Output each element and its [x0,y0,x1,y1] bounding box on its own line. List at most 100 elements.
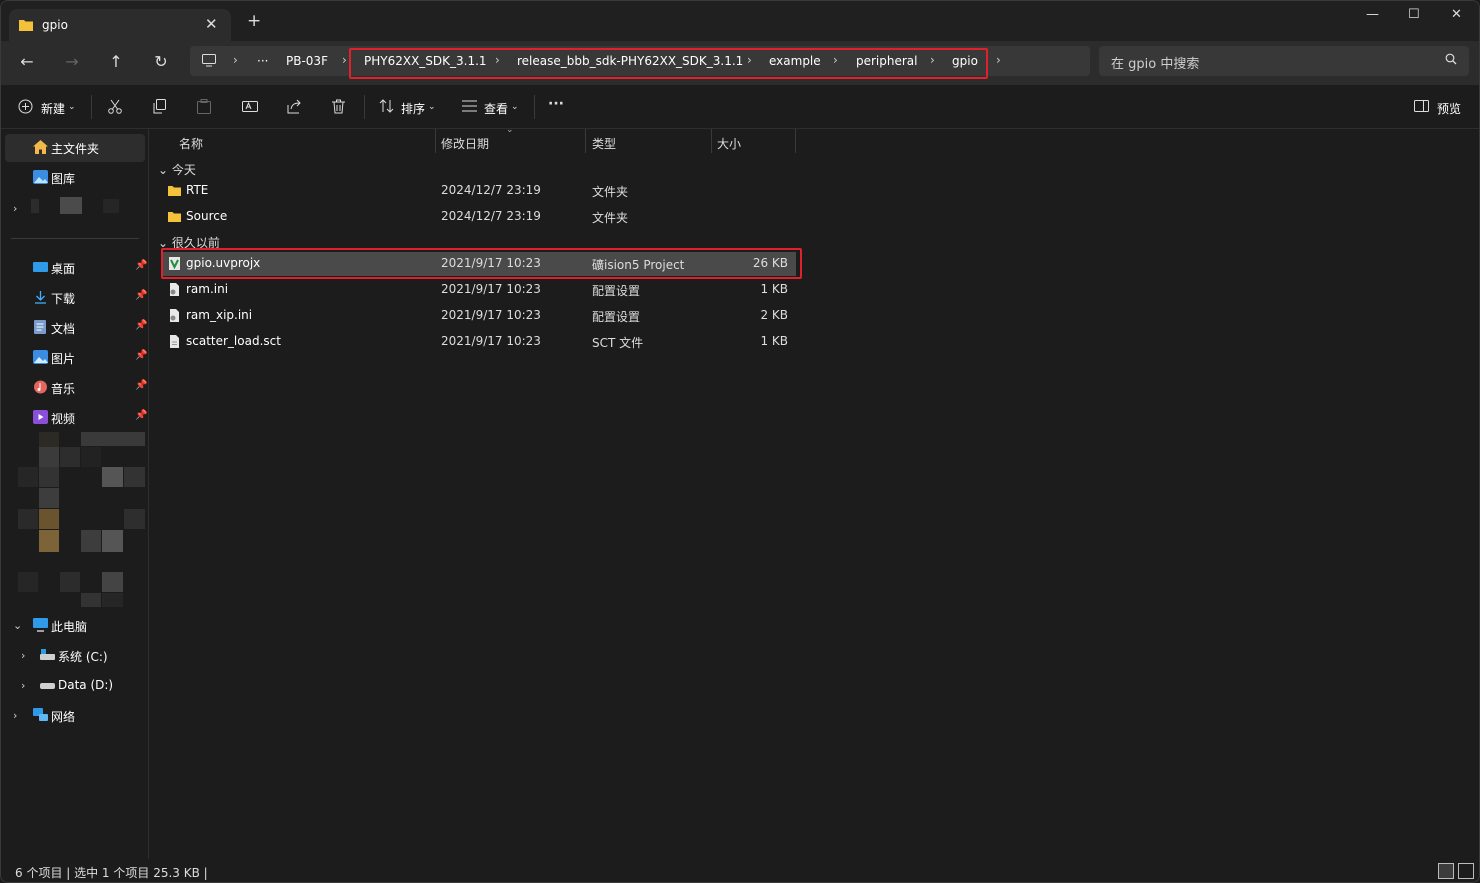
delete-icon[interactable] [332,99,345,114]
forward-button[interactable]: → [61,51,83,73]
gallery-icon [33,170,48,184]
file-type: 文件夹 [592,185,629,199]
breadcrumb-pb-03f[interactable]: PB-03F [286,54,328,68]
system-drive-icon [40,649,55,660]
file-date: 2021/9/17 10:23 [441,282,541,296]
sidebar-item-label: 主文件夹 [51,142,100,156]
sidebar-item-home[interactable]: 主文件夹 [5,134,145,162]
home-icon [33,140,48,154]
navigation-pane: 主文件夹 图库 › 桌面 📌 下载 📌 文档 📌 图片 📌 音乐 📌 视频 📌 … [1,129,149,859]
file-size: 1 KB [760,282,788,296]
pictures-icon [33,350,48,364]
new-tab-button[interactable]: + [247,13,261,30]
column-header-modified[interactable]: 修改日期 [441,135,489,152]
blurred-item [124,467,145,487]
file-size: 2 KB [760,308,788,322]
close-tab-icon[interactable]: ✕ [205,15,218,33]
cut-icon[interactable] [108,99,122,114]
column-header-size[interactable]: 大小 [717,135,741,152]
column-divider [435,129,436,153]
network-icon [33,708,48,721]
selected-file-highlight-box [161,248,802,279]
sidebar-item-label: 音乐 [51,382,76,396]
new-button[interactable]: 新建 [41,100,65,117]
breadcrumb-separator: › [996,53,1001,67]
blurred-item [39,509,59,529]
refresh-button[interactable]: ↻ [150,51,172,73]
status-text: 6 个项目 | 选中 1 个项目 25.3 KB | [15,866,208,880]
file-date: 2021/9/17 10:23 [441,308,541,322]
copy-icon[interactable] [153,99,167,114]
list-item[interactable]: ram_xip.ini 2021/9/17 10:23 配置设置 2 KB [162,304,796,328]
view-button[interactable]: 查看 [484,100,508,117]
more-options-button[interactable]: ··· [548,96,564,112]
blurred-item [18,467,38,487]
details-view-icon[interactable] [1438,863,1454,879]
desktop-icon [33,262,48,272]
search-placeholder: 在 gpio 中搜索 [1111,57,1200,72]
sort-button[interactable]: 排序 [401,100,425,117]
blurred-item [60,572,80,592]
up-button[interactable]: ↑ [105,51,127,73]
file-name: ram_xip.ini [186,308,253,322]
blurred-item [124,509,145,529]
file-icon [170,335,179,348]
column-divider [795,129,796,153]
blurred-item [60,447,80,467]
sidebar-item-documents[interactable]: 文档 📌 [5,314,147,342]
list-item[interactable]: scatter_load.sct 2021/9/17 10:23 SCT 文件 … [162,330,796,354]
file-type: SCT 文件 [592,336,644,350]
folder-icon [19,20,33,31]
sidebar-item-pictures[interactable]: 图片 📌 [5,344,147,372]
sidebar-item-desktop[interactable]: 桌面 📌 [5,254,147,282]
column-header-type[interactable]: 类型 [592,135,616,152]
list-item[interactable]: Source 2024/12/7 23:19 文件夹 [162,205,796,229]
list-item[interactable]: RTE 2024/12/7 23:19 文件夹 [162,179,796,203]
maximize-button[interactable]: ☐ [1408,7,1420,22]
sidebar-item-music[interactable]: 音乐 📌 [5,374,148,402]
view-icon [462,100,477,112]
sidebar-item-drive-c[interactable]: 系统 (C:) [12,642,152,670]
address-highlight-box [349,48,988,79]
chevron-down-icon: ⌄ [511,102,519,112]
rename-icon[interactable] [242,99,258,114]
blurred-item [81,530,101,552]
breadcrumb-more[interactable]: ··· [257,54,268,68]
share-icon[interactable] [287,99,302,114]
list-item[interactable]: ram.ini 2021/9/17 10:23 配置设置 1 KB [162,278,796,302]
paste-icon[interactable] [197,99,211,114]
sidebar-item-label: 系统 (C:) [58,650,108,664]
sidebar-item-network[interactable]: 网络 [5,702,145,730]
sidebar-item-label: 图库 [51,172,76,186]
blurred-item [81,593,101,607]
toolbar-divider [534,95,535,119]
close-window-button[interactable]: ✕ [1451,7,1462,22]
file-name: Source [186,209,228,223]
sidebar-item-videos[interactable]: 视频 📌 [5,404,147,432]
pin-icon: 📌 [135,380,148,391]
column-header-name[interactable]: 名称 [179,135,203,152]
computer-icon [202,54,216,67]
sidebar-item-downloads[interactable]: 下载 📌 [5,284,147,312]
sidebar-item-gallery[interactable]: 图库 [5,164,145,192]
sidebar-item-drive-d[interactable]: Data (D:) [12,672,152,700]
minimize-button[interactable]: — [1366,7,1379,22]
preview-button[interactable]: 预览 [1437,100,1461,117]
blurred-item [18,509,38,529]
chevron-right-icon[interactable]: › [13,202,17,215]
sort-indicator-icon: ⌄ [506,125,514,135]
group-header-today[interactable]: ⌄ 今天 [158,161,196,178]
sidebar-item-this-pc[interactable]: 此电脑 [5,612,145,640]
tab-gpio[interactable]: gpio ✕ [9,9,231,41]
blurred-item [102,572,123,592]
title-bar: gpio ✕ + — ☐ ✕ [1,1,1479,41]
tiles-view-icon[interactable] [1458,863,1474,879]
sidebar-divider [11,238,139,239]
back-button[interactable]: ← [16,51,38,73]
blurred-item [39,530,59,552]
file-explorer-window: gpio ✕ + — ☐ ✕ ← → ↑ ↻ › ··· PB-03F › PH… [0,0,1480,883]
blurred-item [81,432,145,446]
column-divider [585,129,586,153]
file-name: RTE [186,183,209,197]
search-box[interactable]: 在 gpio 中搜索 [1099,46,1469,76]
